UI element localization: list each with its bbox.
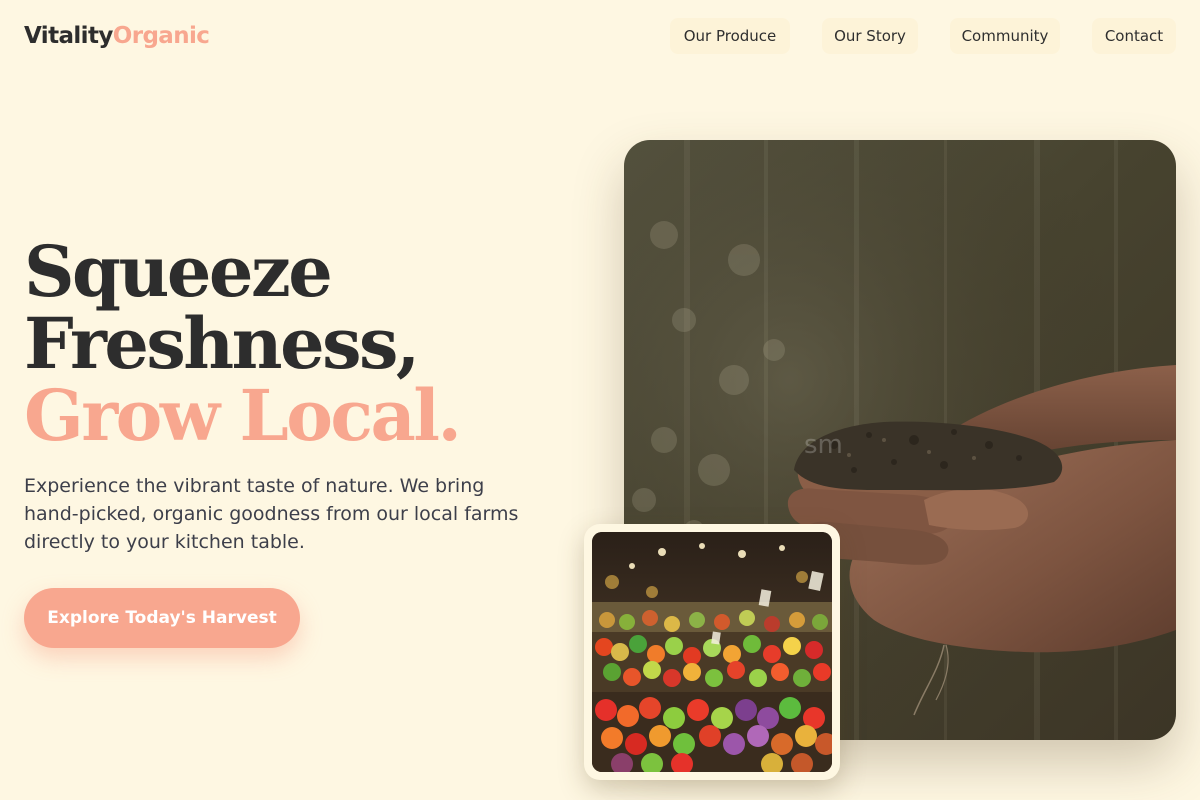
headline-line-2: Freshness, <box>24 302 420 385</box>
market-image-card <box>584 524 840 780</box>
nav-link-community[interactable]: Community <box>950 18 1060 54</box>
headline-accent-line: Grow Local. <box>24 374 462 457</box>
headline-line-1: Squeeze <box>24 230 333 313</box>
hero-headline: Squeeze Freshness, Grow Local. <box>24 230 462 457</box>
logo-primary-text: Vitality <box>24 23 113 49</box>
explore-harvest-button[interactable]: Explore Today's Harvest <box>24 588 300 648</box>
logo-accent-text: Organic <box>112 23 210 49</box>
produce-market-image <box>592 532 832 772</box>
hero-description: Experience the vibrant taste of nature. … <box>24 475 519 553</box>
nav-link-contact[interactable]: Contact <box>1092 18 1176 54</box>
image-watermark: sm <box>804 430 843 460</box>
site-header: VitalityOrganic Our Produce Our Story Co… <box>0 0 1200 72</box>
logo[interactable]: VitalityOrganic <box>24 21 210 51</box>
nav-link-our-produce[interactable]: Our Produce <box>670 18 790 54</box>
nav-link-our-story[interactable]: Our Story <box>822 18 918 54</box>
